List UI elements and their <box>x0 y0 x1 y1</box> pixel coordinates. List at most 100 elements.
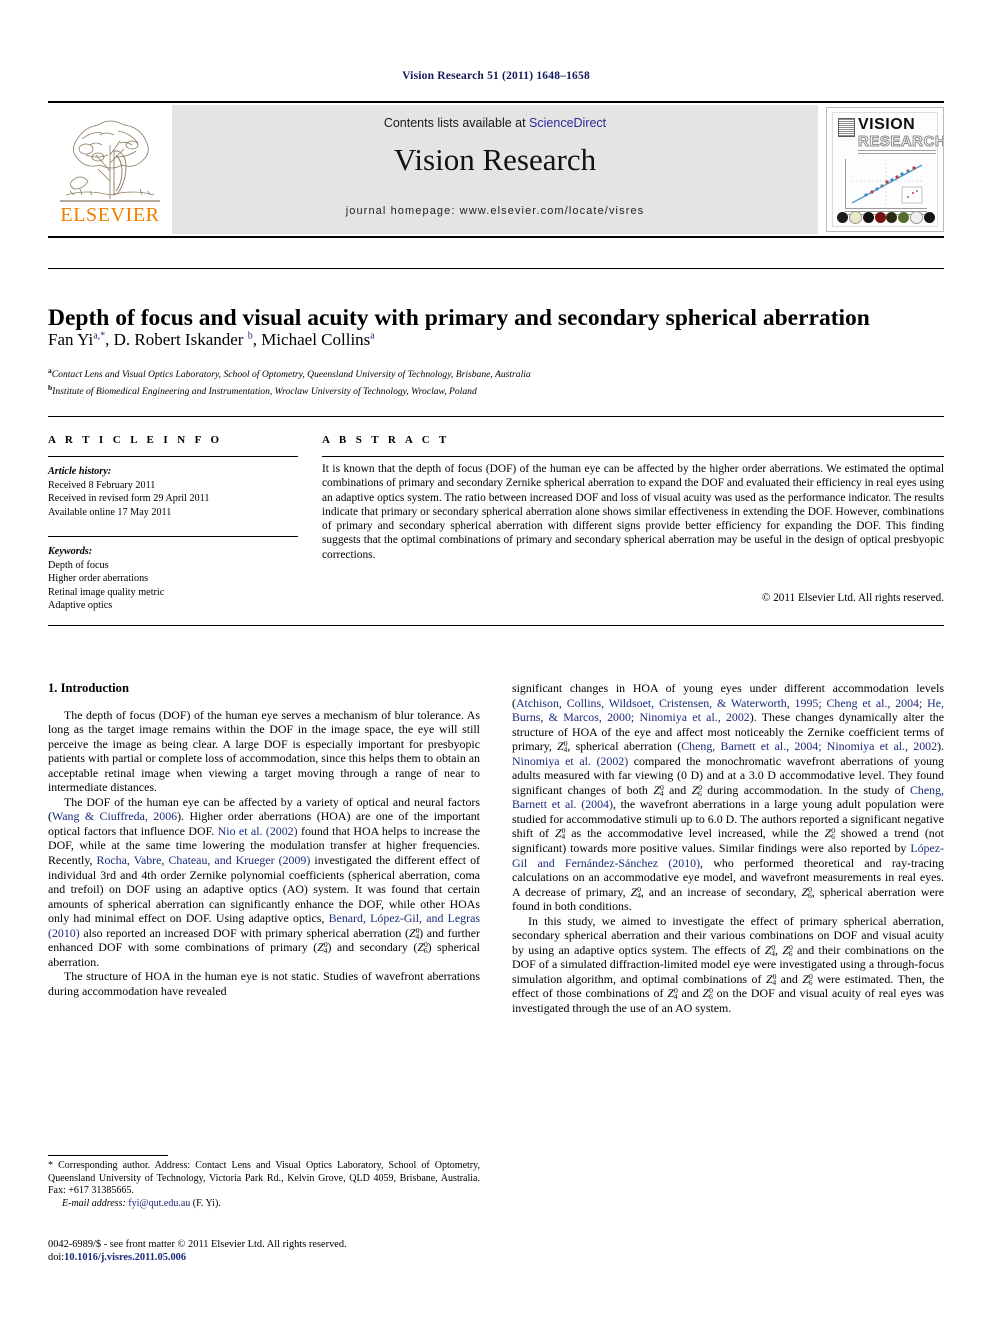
paragraph: significant changes in HOA of young eyes… <box>512 681 944 914</box>
contents-prefix: Contents lists available at <box>383 116 530 130</box>
cover-dot <box>837 212 848 223</box>
abstract-copyright: © 2011 Elsevier Ltd. All rights reserved… <box>761 592 944 604</box>
issn-line: 0042-6989/$ - see front matter © 2011 El… <box>48 1239 347 1250</box>
zernike-secondary: Z06 <box>782 942 793 958</box>
doi-link[interactable]: 10.1016/j.visres.2011.05.006 <box>64 1252 186 1263</box>
zernike-primary: Z04 <box>653 782 664 798</box>
citation-link[interactable]: Wang & Ciuffreda, 2006 <box>52 809 177 823</box>
cover-subtitle-lines <box>858 150 936 154</box>
article-info-heading: A R T I C L E I N F O <box>48 434 223 446</box>
text-run: as the accommodative level increased, wh… <box>565 826 825 841</box>
cover-dot <box>848 211 862 224</box>
article-history-label: Article history: <box>48 466 112 477</box>
history-item: Received 8 February 2011 <box>48 479 156 491</box>
history-item: Received in revised form 29 April 2011 <box>48 493 210 505</box>
history-item: Available online 17 May 2011 <box>48 506 172 518</box>
email-suffix: (F. Yi). <box>192 1197 221 1209</box>
text-run: during accommodation. In the study of <box>701 782 910 797</box>
keyword-item: Retinal image quality metric <box>48 586 165 598</box>
cover-thumbnail-strip <box>837 211 935 224</box>
cover-dot <box>862 212 874 223</box>
corresponding-author-note: * Corresponding author. Address: Contact… <box>48 1160 480 1197</box>
abstract-rule <box>322 456 944 457</box>
zernike-primary: Z04 <box>667 986 678 1002</box>
text-run: and <box>677 986 703 1001</box>
paragraph: In this study, we aimed to investigate t… <box>512 914 944 1016</box>
zernike-primary: Z04 <box>555 826 566 842</box>
author-list: Fan Yia,*, D. Robert Iskander b, Michael… <box>48 330 375 349</box>
cover-dot <box>874 212 886 223</box>
section-heading-introduction: 1. Introduction <box>48 681 129 695</box>
footnote-block: * Corresponding author. Address: Contact… <box>48 1160 480 1210</box>
zernike-primary: Z04 <box>408 925 420 941</box>
keyword-item: Adaptive optics <box>48 600 113 612</box>
elsevier-wordmark: ELSEVIER <box>60 204 160 226</box>
zernike-primary: Z04 <box>764 942 776 958</box>
text-run: , spherical aberration ( <box>567 739 682 754</box>
cover-inner: VISION RESEARCH <box>832 112 943 227</box>
cover-scatter-plot <box>845 159 927 209</box>
zernike-secondary: Z06 <box>801 884 812 900</box>
journal-cover-thumbnail: VISION RESEARCH <box>826 107 944 232</box>
info-top-rule <box>48 416 944 417</box>
citation-link[interactable]: Ninomiya et al. (2002) <box>512 754 628 768</box>
cover-dot <box>923 212 935 223</box>
citation-link[interactable]: Cheng, Barnett et al., 2004; Ninomiya et… <box>681 739 937 753</box>
title-top-rule <box>48 268 944 269</box>
affiliation-list: aContact Lens and Visual Optics Laborato… <box>48 364 948 398</box>
masthead-band: Contents lists available at ScienceDirec… <box>172 105 818 234</box>
paper-page: Vision Research 51 (2011) 1648–1658 ELSE… <box>0 0 992 1323</box>
zernike-secondary: Z06 <box>702 986 713 1002</box>
affiliation-text: Contact Lens and Visual Optics Laborator… <box>51 369 531 381</box>
journal-title: Vision Research <box>393 142 597 177</box>
masthead-top-rule <box>48 101 944 103</box>
author-marks: b <box>247 330 253 342</box>
affiliation-text: Institute of Biomedical Engineering and … <box>52 386 477 398</box>
keywords-rule <box>48 536 298 537</box>
text-run: and <box>776 971 803 986</box>
author-marks: a <box>370 330 375 342</box>
body-column-left: 1. Introduction The depth of focus (DOF)… <box>48 681 480 998</box>
masthead-bottom-rule <box>48 236 944 238</box>
keyword-item: Depth of focus <box>48 559 109 571</box>
abstract-text: It is known that the depth of focus (DOF… <box>322 463 944 561</box>
journal-homepage[interactable]: journal homepage: www.elsevier.com/locat… <box>172 205 818 217</box>
affiliation-item: aContact Lens and Visual Optics Laborato… <box>48 364 948 381</box>
author-name: Fan Yi <box>48 330 94 349</box>
citation-link[interactable]: Rocha, Vabre, Chateau, and Krueger (2009… <box>97 853 311 867</box>
footnote-rule <box>48 1155 168 1156</box>
keywords-list: Keywords: Depth of focus Higher order ab… <box>48 545 298 613</box>
text-run: and <box>663 782 692 797</box>
elsevier-logo: ELSEVIER <box>48 105 172 234</box>
text-run: also reported an increased DOF with prim… <box>79 925 409 940</box>
citation-link[interactable]: Nio et al. (2002) <box>218 824 298 838</box>
affiliation-item: bInstitute of Biomedical Engineering and… <box>48 381 948 398</box>
email-link[interactable]: fyi@qut.edu.au <box>128 1198 190 1209</box>
cover-dot <box>898 212 910 223</box>
doi-label: doi: <box>48 1252 65 1263</box>
zernike-primary: Z04 <box>765 971 777 987</box>
text-run: ) and secondary ( <box>327 940 418 955</box>
article-history: Article history: Received 8 February 201… <box>48 465 298 519</box>
author-name: D. Robert Iskander <box>113 330 244 349</box>
cover-dot <box>886 212 898 223</box>
author-name: Michael Collins <box>261 330 371 349</box>
elsevier-tree-icon <box>60 120 160 202</box>
text-run: ). <box>937 739 944 754</box>
zernike-secondary: Z06 <box>824 826 836 842</box>
zernike-secondary: Z06 <box>802 971 813 987</box>
abstract-heading: A B S T R A C T <box>322 434 450 446</box>
paragraph: The depth of focus (DOF) of the human ey… <box>48 707 480 795</box>
contents-available-line: Contents lists available at ScienceDirec… <box>172 116 818 130</box>
abstract-bottom-rule <box>48 625 944 626</box>
sciencedirect-link[interactable]: ScienceDirect <box>529 116 606 130</box>
zernike-primary: Z04 <box>630 884 642 900</box>
zernike-secondary: Z06 <box>417 940 428 956</box>
cover-title-vision: VISION <box>858 116 916 133</box>
body-column-right: significant changes in HOA of young eyes… <box>512 681 944 1016</box>
zernike-secondary: Z06 <box>691 782 703 798</box>
paragraph: The structure of HOA in the human eye is… <box>48 969 480 998</box>
cover-emblem-icon <box>838 118 855 137</box>
doi-line: doi:10.1016/j.visres.2011.05.006 <box>48 1251 508 1264</box>
keywords-label: Keywords: <box>48 546 93 557</box>
